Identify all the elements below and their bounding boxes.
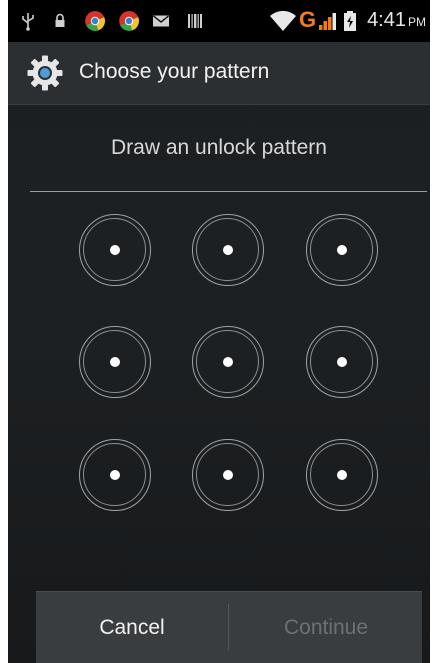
pattern-node-8[interactable]	[192, 439, 264, 511]
button-separator	[228, 604, 229, 650]
button-bar: Cancel Continue	[36, 591, 422, 663]
pattern-node-4[interactable]	[79, 326, 151, 398]
screen: G 4:41 PM Choose your pattern Draw an un…	[8, 0, 430, 663]
pattern-node-9[interactable]	[306, 439, 378, 511]
pattern-node-2[interactable]	[192, 214, 264, 286]
pattern-node-center	[223, 357, 233, 367]
pattern-node-center	[223, 470, 233, 480]
device-frame: G 4:41 PM Choose your pattern Draw an un…	[0, 0, 438, 663]
pattern-node-center	[337, 357, 347, 367]
pattern-node-center	[337, 470, 347, 480]
pattern-node-7[interactable]	[79, 439, 151, 511]
continue-button[interactable]: Continue	[230, 592, 422, 663]
pattern-node-center	[110, 357, 120, 367]
pattern-node-1[interactable]	[79, 214, 151, 286]
pattern-grid[interactable]	[8, 0, 430, 663]
pattern-node-center	[337, 245, 347, 255]
pattern-node-center	[110, 470, 120, 480]
pattern-node-5[interactable]	[192, 326, 264, 398]
pattern-node-center	[223, 245, 233, 255]
pattern-node-3[interactable]	[306, 214, 378, 286]
pattern-node-6[interactable]	[306, 326, 378, 398]
pattern-node-center	[110, 245, 120, 255]
cancel-button[interactable]: Cancel	[36, 592, 228, 663]
